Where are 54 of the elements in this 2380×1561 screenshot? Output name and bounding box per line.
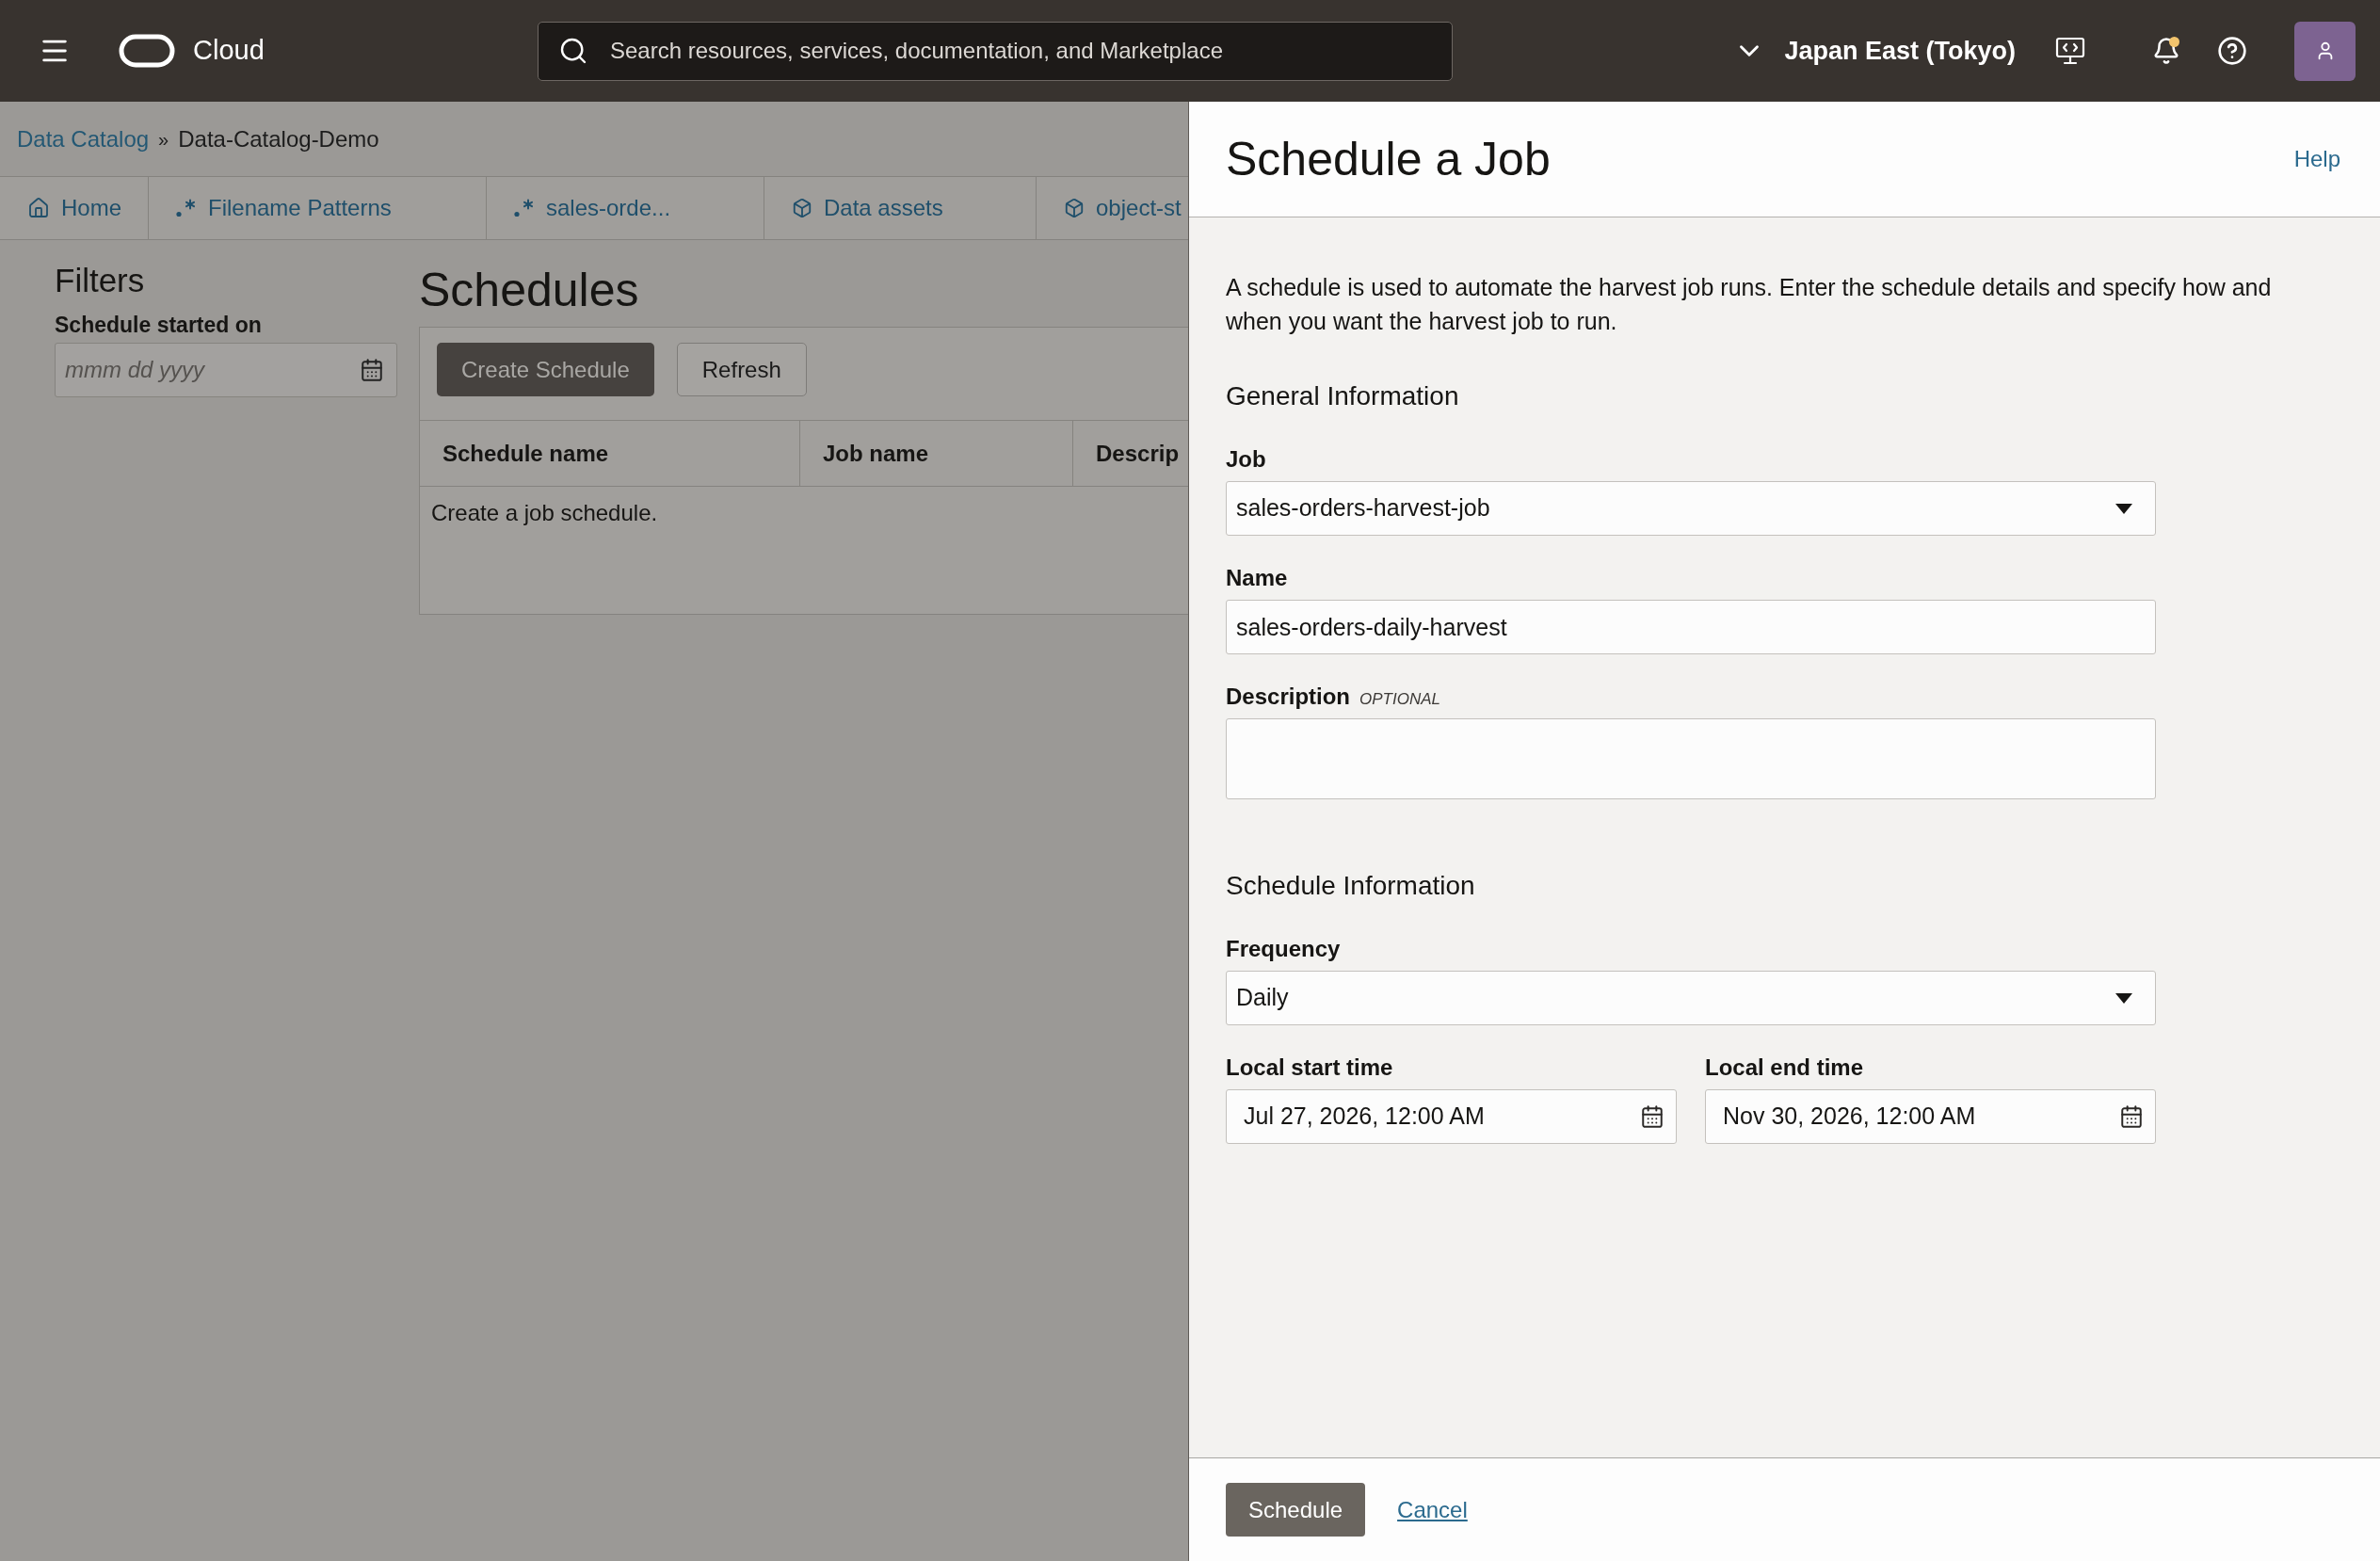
tab[interactable]: Home — [0, 177, 149, 239]
schedule-button[interactable]: Schedule — [1226, 1483, 1366, 1537]
tab[interactable]: Filename Patterns — [149, 177, 487, 239]
breadcrumb-separator: » — [158, 127, 169, 152]
section-heading: General Information — [1226, 380, 1460, 412]
secondary-button[interactable]: Refresh — [676, 343, 807, 396]
field-label: Frequency — [1226, 935, 1341, 963]
caret-down-icon — [2115, 992, 2132, 1004]
cube-icon — [1064, 198, 1085, 218]
help-icon — [2217, 36, 2247, 66]
optional-tag: OPTIONAL — [1359, 689, 1440, 710]
filters-title: Filters — [55, 262, 146, 299]
calendar-icon — [360, 358, 384, 382]
cancel-link[interactable]: Cancel — [1397, 1492, 1468, 1527]
field-label: Name — [1226, 564, 1288, 592]
empty-table-message: Create a job schedule. — [431, 500, 658, 525]
dropdown-field[interactable]: sales-orders-harvest-job — [1226, 481, 2156, 536]
panel-title: Schedule a Job — [1226, 132, 1551, 187]
cube-icon — [792, 198, 812, 218]
bell-icon — [2152, 37, 2180, 65]
text-input[interactable]: sales-orders-daily-harvest — [1226, 600, 2156, 654]
section-heading: Schedule Information — [1226, 870, 1476, 902]
field-label: Local start time — [1226, 1054, 1393, 1082]
calendar-icon — [2119, 1104, 2144, 1129]
brand-name: Cloud — [193, 34, 265, 68]
help-link[interactable]: Help — [2293, 142, 2340, 176]
field-label: Local end time — [1705, 1054, 1864, 1082]
calendar-icon — [1640, 1104, 1664, 1129]
dropdown-field[interactable]: Daily — [1226, 971, 2156, 1025]
avatar-button[interactable] — [2294, 21, 2356, 81]
tab[interactable]: Data assets — [764, 177, 1037, 239]
column-header: Job name — [800, 421, 1073, 486]
tab[interactable]: sales-orde... — [487, 177, 764, 239]
logo-icon — [119, 34, 175, 68]
schedules-title: Schedules — [419, 263, 640, 316]
caret-down-icon — [2115, 503, 2132, 514]
date-time-field[interactable]: Nov 30, 2026, 12:00 AM — [1705, 1089, 2156, 1144]
region-selector[interactable]: Japan East (Tokyo) — [1733, 31, 2016, 71]
search-field[interactable]: Search resources, services, documentation, and Marketplace — [538, 21, 1453, 81]
monitor-code-icon — [2055, 37, 2085, 65]
home-icon — [27, 197, 50, 219]
date-time-field[interactable]: Jul 27, 2026, 12:00 AM — [1226, 1089, 1677, 1144]
column-header: Descrip — [1095, 439, 1181, 468]
breadcrumb-current: Data-Catalog-Demo — [178, 124, 379, 153]
field-label: Description — [1226, 683, 1351, 711]
date-filter-field[interactable]: mmm dd yyyy — [55, 343, 397, 397]
column-header: Schedule name — [420, 421, 800, 486]
dot-asterisk-icon — [514, 199, 535, 217]
filter-label: Schedule started on — [55, 312, 263, 338]
field-label: Job — [1226, 445, 1266, 474]
primary-button[interactable]: Create Schedule — [437, 343, 654, 396]
intro-text: A schedule is used to automate the harvest job runs. Enter the schedule details and specify how and when you want the harvest job to run. — [1226, 273, 2273, 336]
dot-asterisk-icon — [176, 199, 197, 217]
tab[interactable]: object-st — [1037, 177, 1188, 239]
